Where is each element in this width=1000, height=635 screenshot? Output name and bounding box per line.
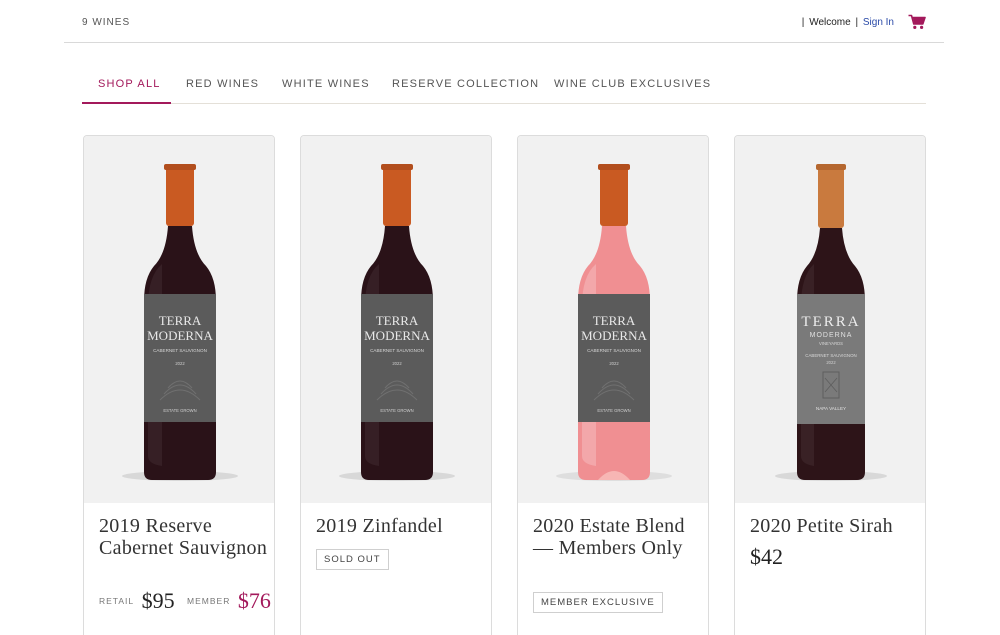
svg-text:TERRA: TERRA	[159, 313, 202, 328]
product-card[interactable]: TERRA MODERNA CABERNET SAUVIGNON 2022 ES…	[83, 135, 275, 635]
svg-text:MODERNA: MODERNA	[364, 328, 430, 343]
svg-text:MODERNA: MODERNA	[147, 328, 213, 343]
wine-bottle-image: TERRA MODERNA CABERNET SAUVIGNON 2022 ES…	[556, 164, 672, 481]
svg-text:CABERNET SAUVIGNON: CABERNET SAUVIGNON	[370, 348, 424, 353]
product-name[interactable]: 2020 Estate Blend — Members Only	[533, 515, 703, 559]
sign-in-link[interactable]: Sign In	[863, 17, 894, 28]
account-links: | Welcome | Sign In	[801, 17, 894, 28]
wine-bottle-image: TERRA MODERNA VINEYARDS CABERNET SAUVIGN…	[775, 164, 887, 481]
tab-shop-all[interactable]: SHOP ALL	[98, 78, 161, 90]
product-price: $42	[750, 544, 783, 569]
tab-wine-club-exclusives[interactable]: WINE CLUB EXCLUSIVES	[554, 78, 711, 90]
category-tabs: SHOP ALL RED WINES WHITE WINES RESERVE C…	[82, 70, 926, 104]
svg-text:2022: 2022	[609, 361, 619, 366]
retail-label: RETAIL	[99, 596, 135, 606]
svg-text:2022: 2022	[392, 361, 402, 366]
wine-bottle-image: TERRA MODERNA CABERNET SAUVIGNON 2022 ES…	[339, 164, 455, 481]
svg-text:2022: 2022	[175, 361, 185, 366]
product-image: TERRA MODERNA VINEYARDS CABERNET SAUVIGN…	[735, 136, 925, 503]
member-price: $76	[237, 588, 271, 613]
svg-text:VINEYARDS: VINEYARDS	[819, 341, 843, 346]
active-tab-indicator	[82, 102, 171, 104]
svg-text:NAPA VALLEY: NAPA VALLEY	[816, 406, 846, 411]
svg-text:ESTATE GROWN: ESTATE GROWN	[163, 408, 196, 413]
product-card[interactable]: TERRA MODERNA VINEYARDS CABERNET SAUVIGN…	[734, 135, 926, 635]
cart-icon[interactable]	[908, 14, 926, 30]
svg-text:CABERNET SAUVIGNON: CABERNET SAUVIGNON	[153, 348, 207, 353]
wine-bottle-image: TERRA MODERNA CABERNET SAUVIGNON 2022 ES…	[122, 164, 238, 481]
svg-text:2022: 2022	[826, 360, 836, 365]
product-card[interactable]: TERRA MODERNA CABERNET SAUVIGNON 2022 ES…	[300, 135, 492, 635]
product-card[interactable]: TERRA MODERNA CABERNET SAUVIGNON 2022 ES…	[517, 135, 709, 635]
wine-count: 9 WINES	[82, 17, 131, 28]
svg-text:ESTATE GROWN: ESTATE GROWN	[597, 408, 630, 413]
svg-text:CABERNET SAUVIGNON: CABERNET SAUVIGNON	[805, 353, 856, 358]
svg-text:MODERNA: MODERNA	[581, 328, 647, 343]
product-image: TERRA MODERNA CABERNET SAUVIGNON 2022 ES…	[301, 136, 491, 503]
retail-price: $95	[141, 588, 175, 613]
svg-text:TERRA: TERRA	[801, 314, 860, 330]
sold-out-badge: SOLD OUT	[316, 549, 389, 570]
svg-text:CABERNET SAUVIGNON: CABERNET SAUVIGNON	[587, 348, 641, 353]
product-name[interactable]: 2019 Zinfandel	[316, 515, 486, 538]
member-label: MEMBER	[187, 596, 231, 606]
product-name[interactable]: 2019 Reserve Cabernet Sauvignon	[99, 515, 269, 559]
tab-red-wines[interactable]: RED WINES	[186, 78, 259, 90]
product-image: TERRA MODERNA CABERNET SAUVIGNON 2022 ES…	[84, 136, 274, 503]
svg-text:MODERNA: MODERNA	[810, 332, 853, 339]
tab-white-wines[interactable]: WHITE WINES	[282, 78, 370, 90]
product-name[interactable]: 2020 Petite Sirah	[750, 515, 920, 538]
svg-text:TERRA: TERRA	[593, 313, 636, 328]
price-row: RETAIL $95 MEMBER $76	[99, 588, 271, 614]
product-image: TERRA MODERNA CABERNET SAUVIGNON 2022 ES…	[518, 136, 708, 503]
top-bar: 9 WINES | Welcome | Sign In	[64, 0, 944, 43]
member-exclusive-badge: MEMBER EXCLUSIVE	[533, 592, 663, 613]
tab-reserve-collection[interactable]: RESERVE COLLECTION	[392, 78, 539, 90]
svg-text:ESTATE GROWN: ESTATE GROWN	[380, 408, 413, 413]
welcome-text: Welcome	[809, 17, 851, 28]
svg-text:TERRA: TERRA	[376, 313, 419, 328]
